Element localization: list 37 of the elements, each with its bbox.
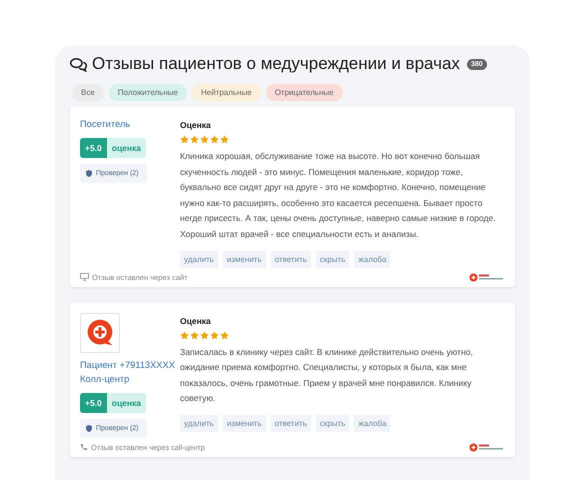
phone-icon bbox=[80, 443, 88, 452]
action-button[interactable]: изменить bbox=[222, 414, 266, 432]
action-button[interactable]: жалоба bbox=[354, 250, 390, 268]
star-icon bbox=[210, 330, 219, 340]
rating-title: Оценка bbox=[180, 120, 212, 130]
chat-bubbles-icon bbox=[70, 56, 87, 72]
action-button[interactable]: ответить bbox=[270, 414, 311, 432]
author-link[interactable]: Колл-центр bbox=[80, 372, 180, 386]
author-link[interactable]: Посетитель bbox=[80, 117, 180, 131]
action-button[interactable]: жалоба bbox=[354, 414, 390, 432]
monitor-icon bbox=[80, 273, 89, 282]
rating-title: Оценка bbox=[180, 316, 212, 326]
author-link[interactable]: Пациент +79113XXXX bbox=[80, 358, 180, 372]
action-button[interactable]: удалить bbox=[180, 250, 218, 268]
filter-tab[interactable]: Положительные bbox=[108, 84, 187, 101]
star-icon bbox=[220, 330, 229, 340]
star-icon bbox=[200, 135, 209, 144]
star-icon bbox=[190, 135, 199, 144]
star-icon bbox=[190, 330, 199, 340]
action-button[interactable]: скрыть bbox=[316, 250, 350, 268]
star-icon bbox=[210, 135, 219, 144]
star-icon bbox=[180, 135, 189, 144]
review-text: Записалась в клинику через сайт. В клинике действительно очень уютно, ожидание приема комфортно. Специалисты, у которых я была, как мне показалось, очень грамотные. Прием у врачей мне понравился. Клинику советую. bbox=[180, 346, 474, 406]
action-button[interactable]: ответить bbox=[270, 250, 311, 268]
filter-tab[interactable]: Отрицательные bbox=[266, 84, 343, 101]
action-button[interactable]: удалить bbox=[180, 414, 218, 432]
review-text: Клиника хорошая, обслуживание тоже на высоте. Но вот конечно большая скученность людей - это минус. Помещения маленькие, коридор тоже, буквально все сидят друг на друге - это не комфортно. Конечно, помещение нужно как-то расширять, особенно это касается ресепшена. Бывает просто негде присесть. А так, цены очень доступные, наверно самые низкие в городе. Хороший штат врачей - все специальности есть и анализы. bbox=[180, 150, 497, 241]
logo-icon bbox=[469, 272, 505, 282]
star-icon bbox=[200, 330, 209, 340]
filter-tab[interactable]: Все bbox=[72, 84, 104, 101]
action-button[interactable]: изменить bbox=[222, 250, 266, 268]
page-title: Отзывы пациентов о медучреждении и врачах bbox=[92, 54, 460, 74]
filter-tab[interactable]: Нейтральные bbox=[192, 84, 261, 101]
action-button[interactable]: скрыть bbox=[316, 414, 350, 432]
star-icon bbox=[180, 330, 189, 340]
star-icon bbox=[220, 135, 229, 144]
logo-icon bbox=[469, 442, 505, 452]
